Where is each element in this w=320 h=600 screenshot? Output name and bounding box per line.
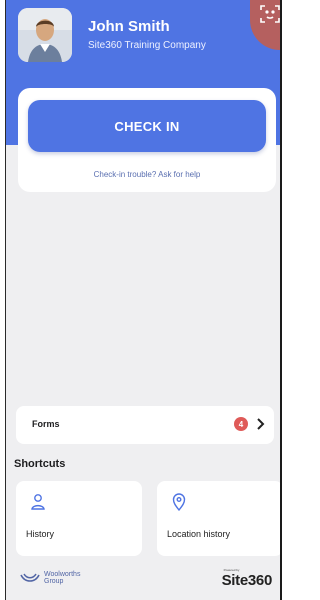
face-scan-icon	[260, 5, 280, 23]
woolworths-text: Woolworths	[44, 571, 81, 578]
avatar[interactable]	[18, 8, 72, 62]
woolworths-icon	[20, 573, 40, 582]
app-screen: John Smith Site360 Training Company CHEC…	[5, 0, 282, 600]
woolworths-logo: Woolworths Group	[20, 571, 80, 585]
forms-row[interactable]: Forms 4	[16, 406, 274, 444]
chevron-right-icon	[257, 418, 265, 430]
forms-badge: 4	[234, 417, 248, 431]
shortcut-label: History	[26, 529, 55, 539]
forms-label: Forms	[32, 419, 60, 429]
woolworths-subtext: Group	[44, 578, 64, 585]
check-in-button[interactable]: CHECK IN	[28, 100, 266, 152]
person-icon	[31, 494, 45, 510]
user-company: Site360 Training Company	[88, 40, 206, 51]
shortcut-label: Location history	[167, 529, 231, 539]
shortcut-history[interactable]: History	[16, 481, 142, 556]
shortcuts-title: Shortcuts	[14, 458, 66, 470]
site360-logo: Powered by Site360	[221, 568, 273, 589]
checkin-help-link[interactable]: Check-in trouble? Ask for help	[18, 170, 276, 179]
shortcut-location-history[interactable]: Location history	[157, 481, 280, 556]
user-name: John Smith	[88, 18, 170, 35]
location-pin-icon	[172, 493, 186, 511]
site360-wordmark: Site360	[221, 572, 273, 589]
checkin-card: CHECK IN Check-in trouble? Ask for help	[18, 88, 276, 192]
